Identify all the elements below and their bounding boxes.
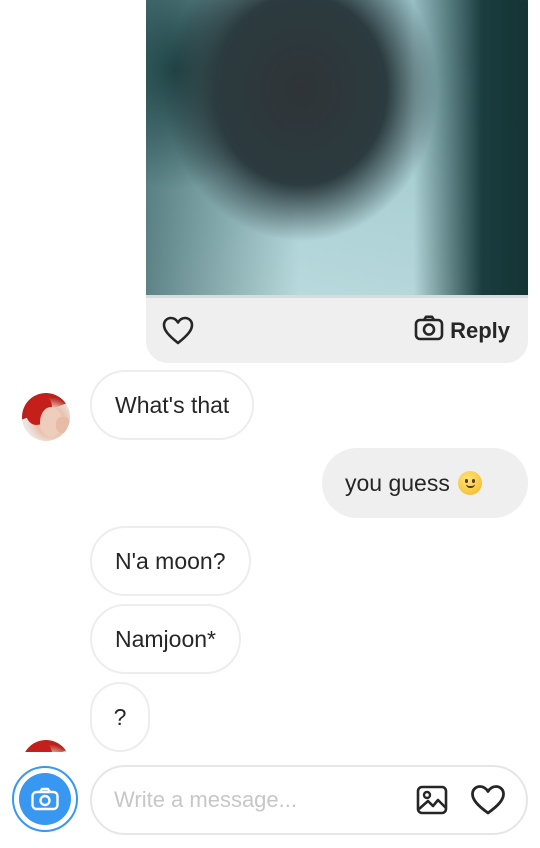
message-bubble-incoming[interactable]: N'a moon? [90, 526, 251, 596]
message-bubble-outgoing[interactable]: you guess [322, 448, 528, 518]
message-text: What's that [115, 391, 230, 418]
shared-photo-message[interactable]: Reply [146, 0, 528, 363]
message-composer [0, 752, 540, 848]
message-bubble-incoming[interactable]: ? [90, 682, 150, 752]
message-text: Namjoon* [115, 625, 216, 652]
camera-icon [19, 773, 71, 825]
message-text: you guess [345, 469, 450, 496]
slightly-smiling-face-icon [457, 471, 482, 495]
shared-photo-footer: Reply [146, 298, 528, 363]
reply-button[interactable]: Reply [414, 315, 510, 346]
message-bubble-incoming[interactable]: Namjoon* [90, 604, 241, 674]
message-bubble-incoming[interactable]: What's that [90, 370, 255, 440]
message-input[interactable] [114, 787, 416, 813]
reply-label: Reply [450, 317, 510, 343]
camera-button[interactable] [12, 766, 78, 832]
heart-outline-icon[interactable] [162, 316, 194, 346]
camera-icon [414, 315, 444, 346]
dm-thread-screen: Reply What's that you guess N'a moon? Na… [0, 0, 540, 848]
heart-outline-icon[interactable] [470, 784, 506, 816]
message-text: N'a moon? [115, 547, 226, 574]
message-box [90, 765, 528, 835]
message-text: ? [113, 703, 127, 730]
image-icon[interactable] [416, 785, 448, 815]
shared-photo[interactable] [146, 0, 528, 298]
avatar[interactable] [22, 393, 70, 441]
